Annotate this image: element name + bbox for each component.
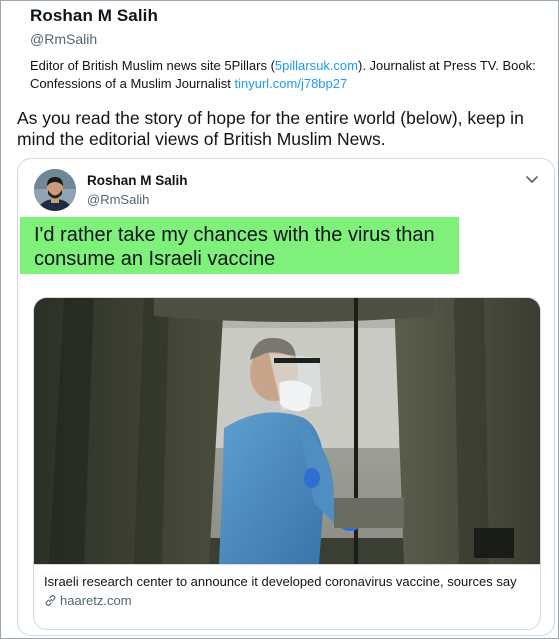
card-image: [34, 298, 540, 564]
card-title[interactable]: Israeli research center to announce it d…: [44, 573, 530, 590]
embedded-tweet[interactable]: Roshan M Salih @RmSalih I'd rather take …: [17, 158, 555, 636]
tweet-author-handle[interactable]: @RmSalih: [87, 192, 149, 207]
profile-name[interactable]: Roshan M Salih: [30, 6, 550, 26]
card-domain[interactable]: haaretz.com: [44, 593, 530, 608]
bio-text-prefix: Editor of British Muslim news site 5Pill…: [30, 58, 275, 73]
commentary-text: As you read the story of hope for the en…: [17, 108, 524, 149]
bio-link-tinyurl[interactable]: tinyurl.com/j78bp27: [234, 76, 347, 91]
avatar[interactable]: [34, 169, 76, 211]
chevron-down-icon[interactable]: [524, 171, 540, 187]
bio-link-5pillars[interactable]: 5pillarsuk.com: [275, 58, 358, 73]
tweet-author-name[interactable]: Roshan M Salih: [87, 173, 188, 188]
card-meta: Israeli research center to announce it d…: [34, 564, 540, 629]
card-domain-text: haaretz.com: [60, 593, 132, 608]
avatar-image: [34, 169, 76, 211]
profile-header: Roshan M Salih @RmSalih Editor of Britis…: [30, 6, 550, 93]
link-card[interactable]: Israeli research center to announce it d…: [33, 297, 541, 630]
profile-handle[interactable]: @RmSalih: [30, 31, 550, 47]
lab-worker-photo: [34, 298, 540, 564]
profile-bio: Editor of British Muslim news site 5Pill…: [30, 57, 550, 93]
tweet-text: I'd rather take my chances with the viru…: [20, 217, 459, 274]
link-icon: [45, 595, 56, 606]
